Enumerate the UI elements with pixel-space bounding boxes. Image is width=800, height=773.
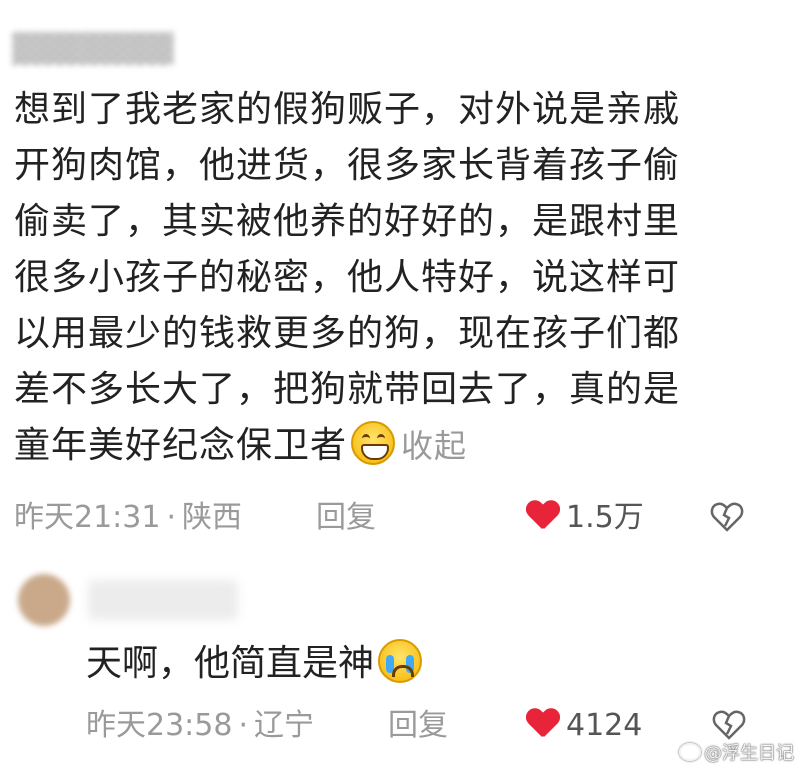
avatar[interactable] [18, 574, 70, 626]
like-button[interactable]: 1.5万 [526, 498, 644, 538]
reply-button[interactable]: 回复 [316, 498, 376, 538]
like-count: 1.5万 [566, 500, 644, 535]
location: 辽宁 [254, 708, 315, 743]
weibo-icon [679, 743, 701, 761]
watermark-text: @浮生日记 [704, 743, 794, 764]
comment-1-body: 想到了我老家的假狗贩子，对外说是亲戚 开狗肉馆，他进货，很多家长背着孩子偷 偷卖… [14, 82, 744, 474]
comment-line: 想到了我老家的假狗贩子，对外说是亲戚 [14, 89, 681, 130]
blurred-username [88, 580, 238, 620]
location: 陕西 [182, 500, 243, 535]
blurred-username-top: ▓▓▓▓▓▓▓ [12, 32, 174, 66]
broken-heart-icon[interactable] [712, 708, 746, 742]
weibo-watermark: @浮生日记 [679, 739, 794, 765]
reply-button[interactable]: 回复 [388, 706, 448, 746]
comment-line: 童年美好纪念保卫者 [14, 425, 348, 466]
comment-line: 偷卖了，其实被他养的好好的，是跟村里 [14, 201, 681, 242]
comment-last-line: 童年美好纪念保卫者 收起 [14, 418, 744, 474]
grinning-face-icon [351, 421, 396, 465]
like-button[interactable]: 4124 [526, 706, 642, 746]
comment-text: 天啊，他简直是神 [86, 643, 375, 684]
comment-line: 差不多长大了，把狗就带回去了，真的是 [14, 369, 681, 410]
comment-line: 开狗肉馆，他进货，很多家长背着孩子偷 [14, 145, 681, 186]
timestamp: 昨天23:58 [86, 708, 233, 743]
collapse-link[interactable]: 收起 [401, 427, 467, 465]
heart-icon [526, 709, 558, 739]
comment-1-timestamp: 昨天21:31 · 陕西 [14, 498, 242, 538]
separator-dot: · [166, 500, 177, 535]
broken-heart-icon[interactable] [710, 500, 744, 534]
comment-1-meta: 昨天21:31 · 陕西 回复 1.5万 [14, 498, 784, 538]
comment-line: 以用最少的钱救更多的狗，现在孩子们都 [14, 313, 681, 354]
comment-line: 很多小孩子的秘密，他人特好，说这样可 [14, 257, 681, 298]
crying-face-icon [378, 639, 423, 683]
heart-icon [526, 501, 558, 531]
separator-dot: · [238, 708, 249, 743]
timestamp: 昨天21:31 [14, 500, 161, 535]
like-count: 4124 [566, 708, 643, 743]
comment-2-timestamp: 昨天23:58 · 辽宁 [86, 706, 314, 746]
comment-2-body: 天啊，他简直是神 [86, 636, 423, 692]
